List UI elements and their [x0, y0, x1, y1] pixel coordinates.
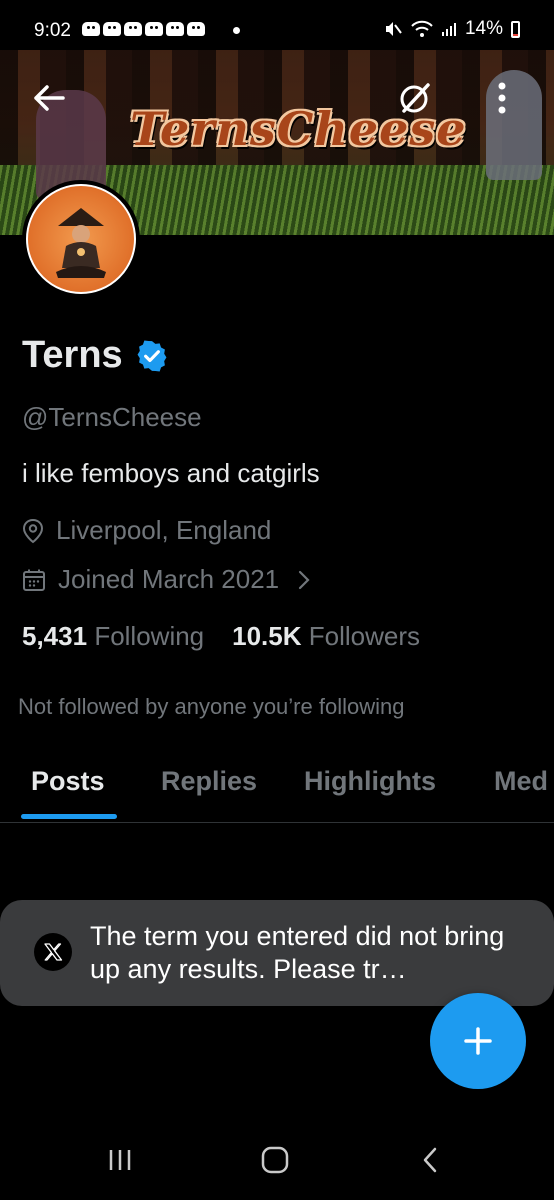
display-name: Terns: [22, 334, 123, 376]
avatar-character-icon: [56, 208, 106, 278]
joined-text: Joined March 2021: [58, 564, 280, 594]
x-logo-icon: [34, 933, 72, 971]
more-options-button[interactable]: [480, 76, 524, 120]
location-row: Liverpool, England: [22, 515, 271, 546]
discord-notification-icon: [103, 22, 121, 36]
follow-stats: 5,431 Following 10.5K Followers: [22, 621, 420, 652]
name-row: Terns: [22, 334, 169, 377]
location-text: Liverpool, England: [56, 515, 272, 545]
mute-icon: [385, 22, 402, 36]
discord-notification-icon: [166, 22, 184, 36]
battery-level: [513, 33, 518, 36]
chevron-right-icon: [299, 570, 310, 589]
joined-row[interactable]: Joined March 2021: [22, 564, 311, 595]
compose-post-button[interactable]: [430, 993, 526, 1089]
more-notifications-dot-icon: [233, 27, 240, 34]
tab-highlights[interactable]: Highlights: [304, 766, 436, 797]
discord-notification-icon: [124, 22, 142, 36]
bio: i like femboys and catgirls: [22, 458, 320, 488]
notification-icons: [82, 22, 205, 36]
profile-tabs: Posts Replies Highlights Med: [0, 760, 554, 823]
home-button[interactable]: [250, 1138, 300, 1182]
home-icon: [261, 1146, 289, 1174]
recent-apps-icon: [109, 1150, 131, 1170]
status-bar: 9:02 14%: [0, 0, 554, 56]
plus-icon: [464, 1027, 492, 1055]
status-time: 9:02: [34, 20, 71, 41]
back-arrow-icon: [34, 85, 65, 111]
battery-percent: 14%: [464, 18, 503, 39]
active-tab-indicator: [21, 814, 117, 819]
discord-notification-icon: [82, 22, 100, 36]
grok-button[interactable]: [393, 76, 437, 120]
tab-media[interactable]: Med: [494, 766, 548, 797]
wifi-icon: [411, 20, 433, 37]
grok-icon: [400, 83, 430, 113]
status-right: 14%: [383, 18, 520, 40]
back-button[interactable]: [27, 76, 71, 120]
recent-apps-button[interactable]: [95, 1138, 145, 1182]
avatar-image: [26, 184, 136, 294]
more-vertical-icon: [498, 82, 506, 114]
discord-notification-icon: [145, 22, 163, 36]
verified-badge-icon[interactable]: [135, 339, 169, 373]
following-label: Following: [94, 621, 205, 651]
back-icon: [423, 1147, 437, 1173]
discord-notification-icon: [187, 22, 205, 36]
tab-posts[interactable]: Posts: [31, 766, 105, 797]
mutuals-note: Not followed by anyone you’re following: [18, 694, 405, 719]
following-link[interactable]: 5,431 Following: [22, 621, 204, 652]
followers-count: 10.5K: [232, 621, 302, 651]
signal-icon: [441, 23, 456, 36]
system-nav-bar: [0, 1120, 554, 1200]
avatar[interactable]: [22, 180, 140, 298]
nav-back-button[interactable]: [405, 1138, 455, 1182]
tab-replies[interactable]: Replies: [161, 766, 257, 797]
location-pin-icon: [22, 518, 44, 543]
handle: @TernsCheese: [22, 402, 202, 432]
toast-notification[interactable]: The term you entered did not bring up an…: [0, 900, 554, 1006]
followers-link[interactable]: 10.5K Followers: [232, 621, 420, 652]
calendar-icon: [23, 569, 45, 591]
toast-message: The term you entered did not bring up an…: [90, 921, 505, 984]
followers-label: Followers: [308, 621, 421, 651]
battery-icon: [511, 20, 520, 38]
following-count: 5,431: [22, 621, 88, 651]
